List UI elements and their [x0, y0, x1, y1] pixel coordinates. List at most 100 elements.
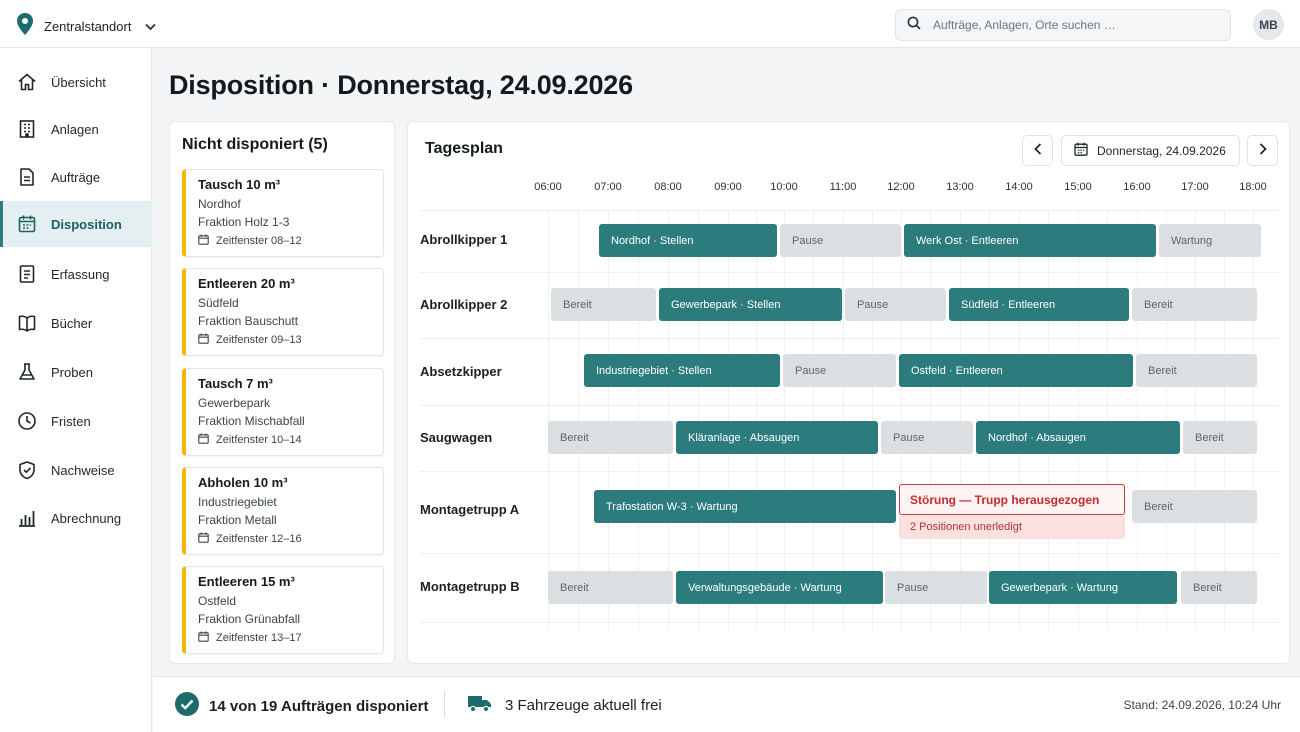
grid-line	[1107, 210, 1108, 630]
grid-line	[930, 210, 931, 630]
map-pin-icon	[16, 13, 34, 40]
schedule-block[interactable]: Bereit	[1136, 354, 1257, 387]
schedule-block[interactable]: Industriegebiet · Stellen	[584, 354, 780, 387]
job-window: Zeitfenster 09–13	[198, 331, 383, 349]
sidebar-item-nachweise[interactable]: Nachweise	[0, 447, 152, 493]
schedule-block[interactable]: Pause	[845, 288, 946, 321]
grid-line	[756, 210, 757, 630]
job-card[interactable]: Entleeren 20 m³ Südfeld Fraktion Bauschu…	[182, 268, 384, 356]
job-fraction: Fraktion Mischabfall	[198, 414, 305, 428]
previous-day-button[interactable]	[1022, 135, 1053, 166]
sidebar-item-label: Abrechnung	[51, 510, 122, 526]
fault-block[interactable]: Störung — Trupp herausgezogen 2 Position…	[899, 484, 1125, 539]
chevron-right-icon	[1259, 142, 1267, 160]
search-input[interactable]	[933, 18, 1213, 32]
sidebar-item-erfassung[interactable]: Erfassung	[0, 251, 152, 297]
calendar-icon	[198, 631, 209, 645]
schedule-block[interactable]: Ostfeld · Entleeren	[899, 354, 1133, 387]
schedule-block[interactable]: Nordhof · Absaugen	[976, 421, 1180, 454]
sidebar-item-anlagen[interactable]: Anlagen	[0, 106, 152, 152]
row-label: Abrollkipper 2	[420, 297, 508, 312]
hour-label: 12:00	[887, 181, 915, 193]
job-place: Gewerbepark	[198, 396, 271, 410]
hour-label: 16:00	[1123, 181, 1151, 193]
schedule-block[interactable]: Gewerbepark · Stellen	[659, 288, 842, 321]
schedule-block[interactable]: Bereit	[1181, 571, 1257, 604]
job-fraction: Fraktion Grünabfall	[198, 612, 301, 626]
sidebar-item-fristen[interactable]: Fristen	[0, 398, 152, 444]
sidebar-item-label: Proben	[51, 364, 93, 380]
job-card[interactable]: Abholen 10 m³ Industriegebiet Fraktion M…	[182, 467, 384, 555]
schedule-block[interactable]: Bereit	[1183, 421, 1257, 454]
calendar-icon	[198, 234, 209, 248]
grid-line	[420, 471, 1278, 472]
sidebar-item-buecher[interactable]: Bücher	[0, 300, 152, 346]
hour-label: 10:00	[770, 181, 798, 193]
job-card[interactable]: Tausch 7 m³ Gewerbepark Fraktion Mischab…	[182, 368, 384, 456]
schedule-block[interactable]: Nordhof · Stellen	[599, 224, 777, 257]
chevron-down-icon[interactable]	[145, 18, 157, 36]
schedule-block[interactable]: Kläranlage · Absaugen	[676, 421, 878, 454]
sidebar-item-label: Bücher	[51, 315, 93, 331]
row-label: Montagetrupp B	[420, 579, 520, 594]
schedule-block[interactable]: Werk Ost · Entleeren	[904, 224, 1156, 257]
sidebar-item-proben[interactable]: Proben	[0, 349, 152, 395]
job-title: Entleeren 15 m³	[198, 574, 295, 589]
job-card[interactable]: Entleeren 15 m³ Ostfeld Fraktion Grünabf…	[182, 566, 384, 654]
row-label: Saugwagen	[420, 430, 493, 445]
location-selector[interactable]: Zentralstandort	[16, 13, 157, 40]
grid-line	[728, 210, 729, 630]
schedule-block[interactable]: Pause	[885, 571, 987, 604]
hour-label: 11:00	[829, 181, 857, 193]
hour-label: 15:00	[1064, 181, 1092, 193]
grid-line	[638, 210, 639, 630]
job-card[interactable]: Tausch 10 m³ Nordhof Fraktion Holz 1-3 Z…	[182, 169, 384, 257]
schedule-block[interactable]: Bereit	[1132, 490, 1257, 523]
hour-label: 17:00	[1181, 181, 1209, 193]
date-picker[interactable]: Donnerstag, 24.09.2026	[1061, 135, 1240, 166]
sidebar-item-label: Fristen	[51, 413, 91, 429]
flask-icon	[17, 362, 37, 382]
book-icon	[17, 313, 37, 333]
sidebar-item-auftraege[interactable]: Aufträge	[0, 154, 152, 200]
avatar[interactable]: MB	[1253, 9, 1284, 40]
grid-line	[901, 210, 902, 630]
schedule-block[interactable]: Bereit	[551, 288, 656, 321]
row-label: Absetzkipper	[420, 364, 502, 379]
grid-line	[1224, 210, 1225, 630]
timestamp: Stand: 24.09.2026, 10:24 Uhr	[1123, 698, 1281, 712]
job-window-label: Zeitfenster 09–13	[216, 334, 302, 346]
chevron-left-icon	[1033, 142, 1042, 160]
location-label: Zentralstandort	[44, 19, 132, 34]
job-place: Industriegebiet	[198, 495, 277, 509]
schedule-block[interactable]: Südfeld · Entleeren	[949, 288, 1129, 321]
schedule-block[interactable]: Bereit	[548, 571, 673, 604]
form-icon	[17, 264, 37, 284]
calendar-icon	[198, 532, 209, 546]
schedule-block[interactable]: Pause	[780, 224, 901, 257]
grid-line	[420, 338, 1278, 339]
schedule-block[interactable]: Bereit	[1132, 288, 1257, 321]
page-title: Disposition · Donnerstag, 24.09.2026	[169, 70, 633, 100]
schedule-block[interactable]: Trafostation W-3 · Wartung	[594, 490, 896, 523]
grid-line	[960, 210, 961, 630]
grid-line	[1195, 210, 1196, 630]
grid-line	[1019, 210, 1020, 630]
sidebar-item-abrechnung[interactable]: Abrechnung	[0, 495, 152, 541]
clock-icon	[17, 411, 37, 431]
schedule-block[interactable]: Verwaltungsgebäude · Wartung	[676, 571, 883, 604]
sidebar-item-label: Übersicht	[51, 74, 106, 90]
check-circle-icon	[175, 692, 199, 720]
schedule-block[interactable]: Gewerbepark · Wartung	[989, 571, 1177, 604]
grid-line	[1166, 210, 1167, 630]
search-box[interactable]	[895, 9, 1231, 41]
schedule-block[interactable]: Bereit	[548, 421, 673, 454]
schedule-block[interactable]: Pause	[783, 354, 896, 387]
sidebar-item-disposition[interactable]: Disposition	[0, 201, 152, 247]
building-icon	[17, 119, 37, 139]
schedule-block[interactable]: Wartung	[1159, 224, 1261, 257]
grid-line	[578, 210, 579, 630]
schedule-block[interactable]: Pause	[881, 421, 973, 454]
sidebar-item-uebersicht[interactable]: Übersicht	[0, 59, 152, 105]
next-day-button[interactable]	[1247, 135, 1278, 166]
